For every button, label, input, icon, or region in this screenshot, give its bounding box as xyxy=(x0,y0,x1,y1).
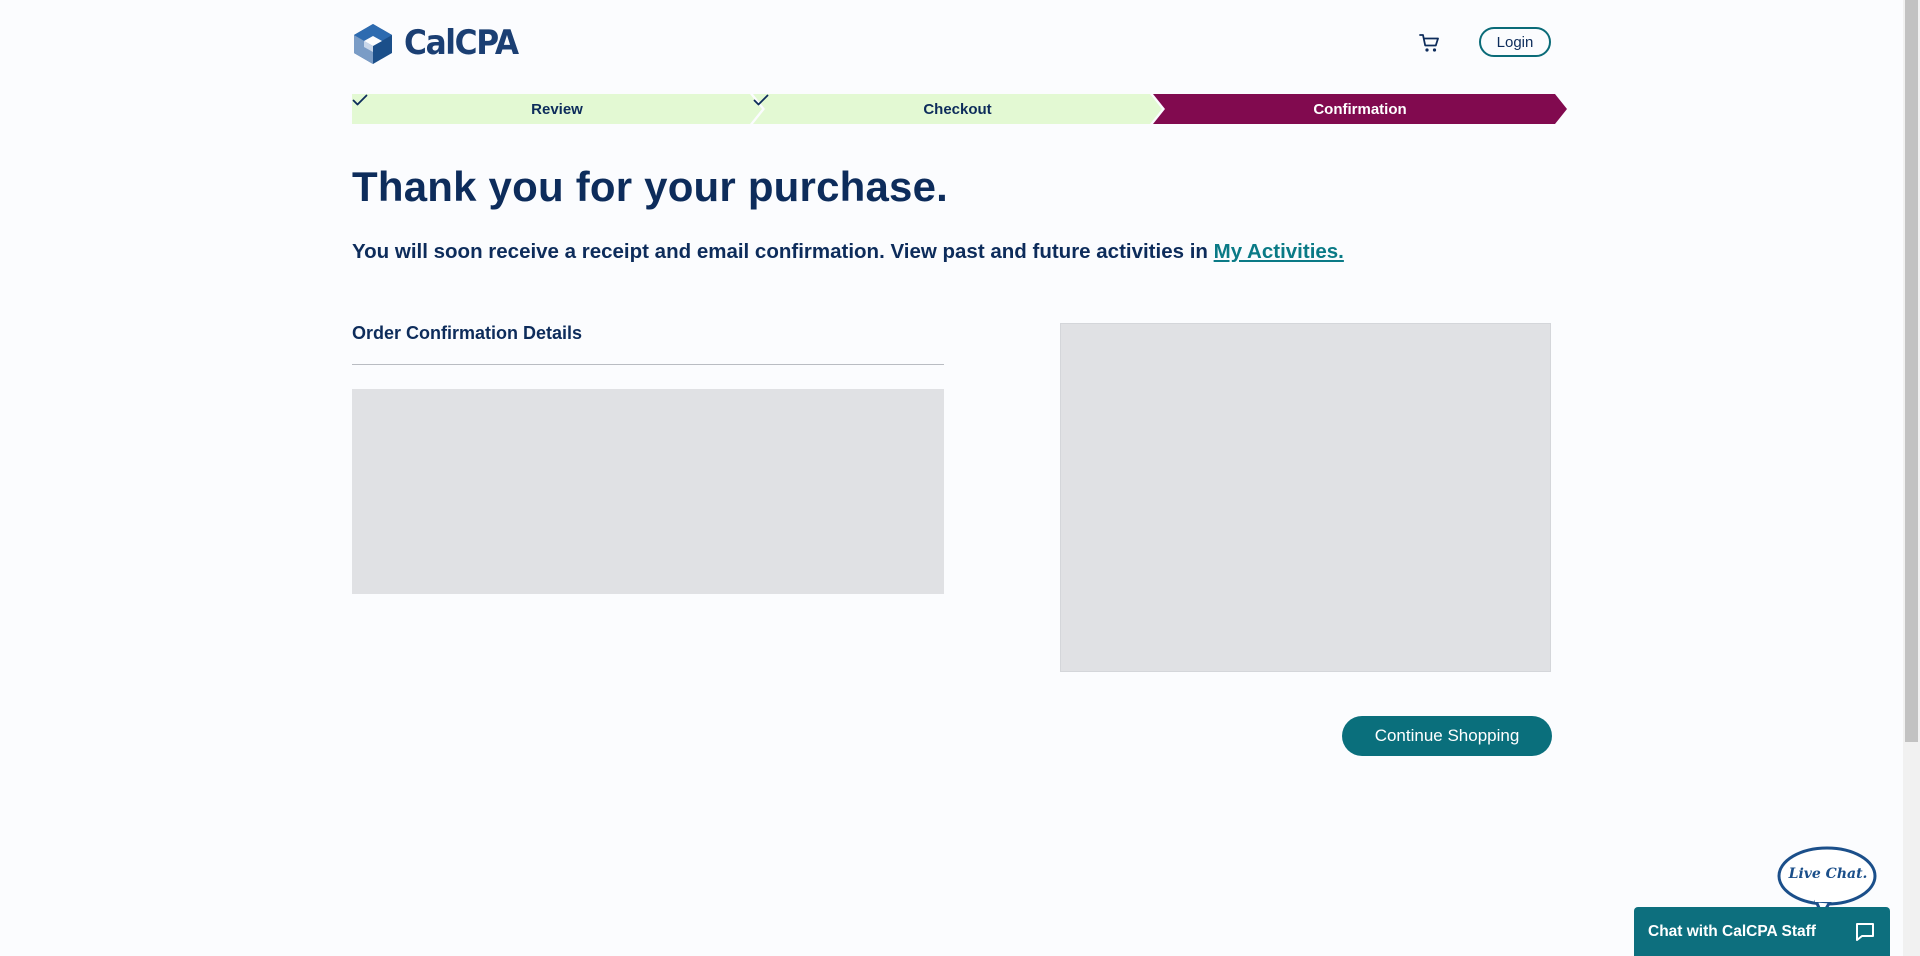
page: CalCPA Login Review Checkout Confirmatio… xyxy=(352,0,1567,956)
cart-button[interactable] xyxy=(1418,31,1442,55)
divider xyxy=(352,364,944,365)
scrollbar-thumb[interactable] xyxy=(1905,0,1918,742)
step-confirmation-label: Confirmation xyxy=(1313,100,1407,118)
checkout-progress: Review Checkout Confirmation xyxy=(352,94,1567,124)
step-checkout-label: Checkout xyxy=(923,100,992,118)
chat-bar-label: Chat with CalCPA Staff xyxy=(1648,922,1816,940)
checkmark-icon xyxy=(352,94,368,106)
page-title: Thank you for your purchase. xyxy=(352,163,949,210)
cart-icon xyxy=(1419,34,1439,52)
order-details-title: Order Confirmation Details xyxy=(352,323,583,343)
step-review-label: Review xyxy=(531,100,583,118)
chat-with-staff-button[interactable]: Chat with CalCPA Staff xyxy=(1634,907,1890,956)
order-details-placeholder xyxy=(352,389,944,594)
calcpa-logo[interactable]: CalCPA xyxy=(352,22,528,64)
order-summary-placeholder xyxy=(1060,323,1551,672)
checkmark-icon xyxy=(753,94,769,106)
confirmation-notice-text: You will soon receive a receipt and emai… xyxy=(352,240,1214,263)
logo-text: CalCPA xyxy=(404,23,519,63)
confirmation-notice: You will soon receive a receipt and emai… xyxy=(352,240,1344,264)
my-activities-link[interactable]: My Activities. xyxy=(1214,240,1344,263)
step-review: Review xyxy=(352,94,762,124)
step-confirmation: Confirmation xyxy=(1153,94,1567,124)
chat-bubble-icon xyxy=(1856,922,1874,941)
logo-mark-icon xyxy=(354,24,392,64)
login-button[interactable]: Login xyxy=(1479,27,1551,57)
scrollbar[interactable] xyxy=(1903,0,1920,956)
step-checkout: Checkout xyxy=(753,94,1162,124)
continue-shopping-button[interactable]: Continue Shopping xyxy=(1342,716,1552,756)
